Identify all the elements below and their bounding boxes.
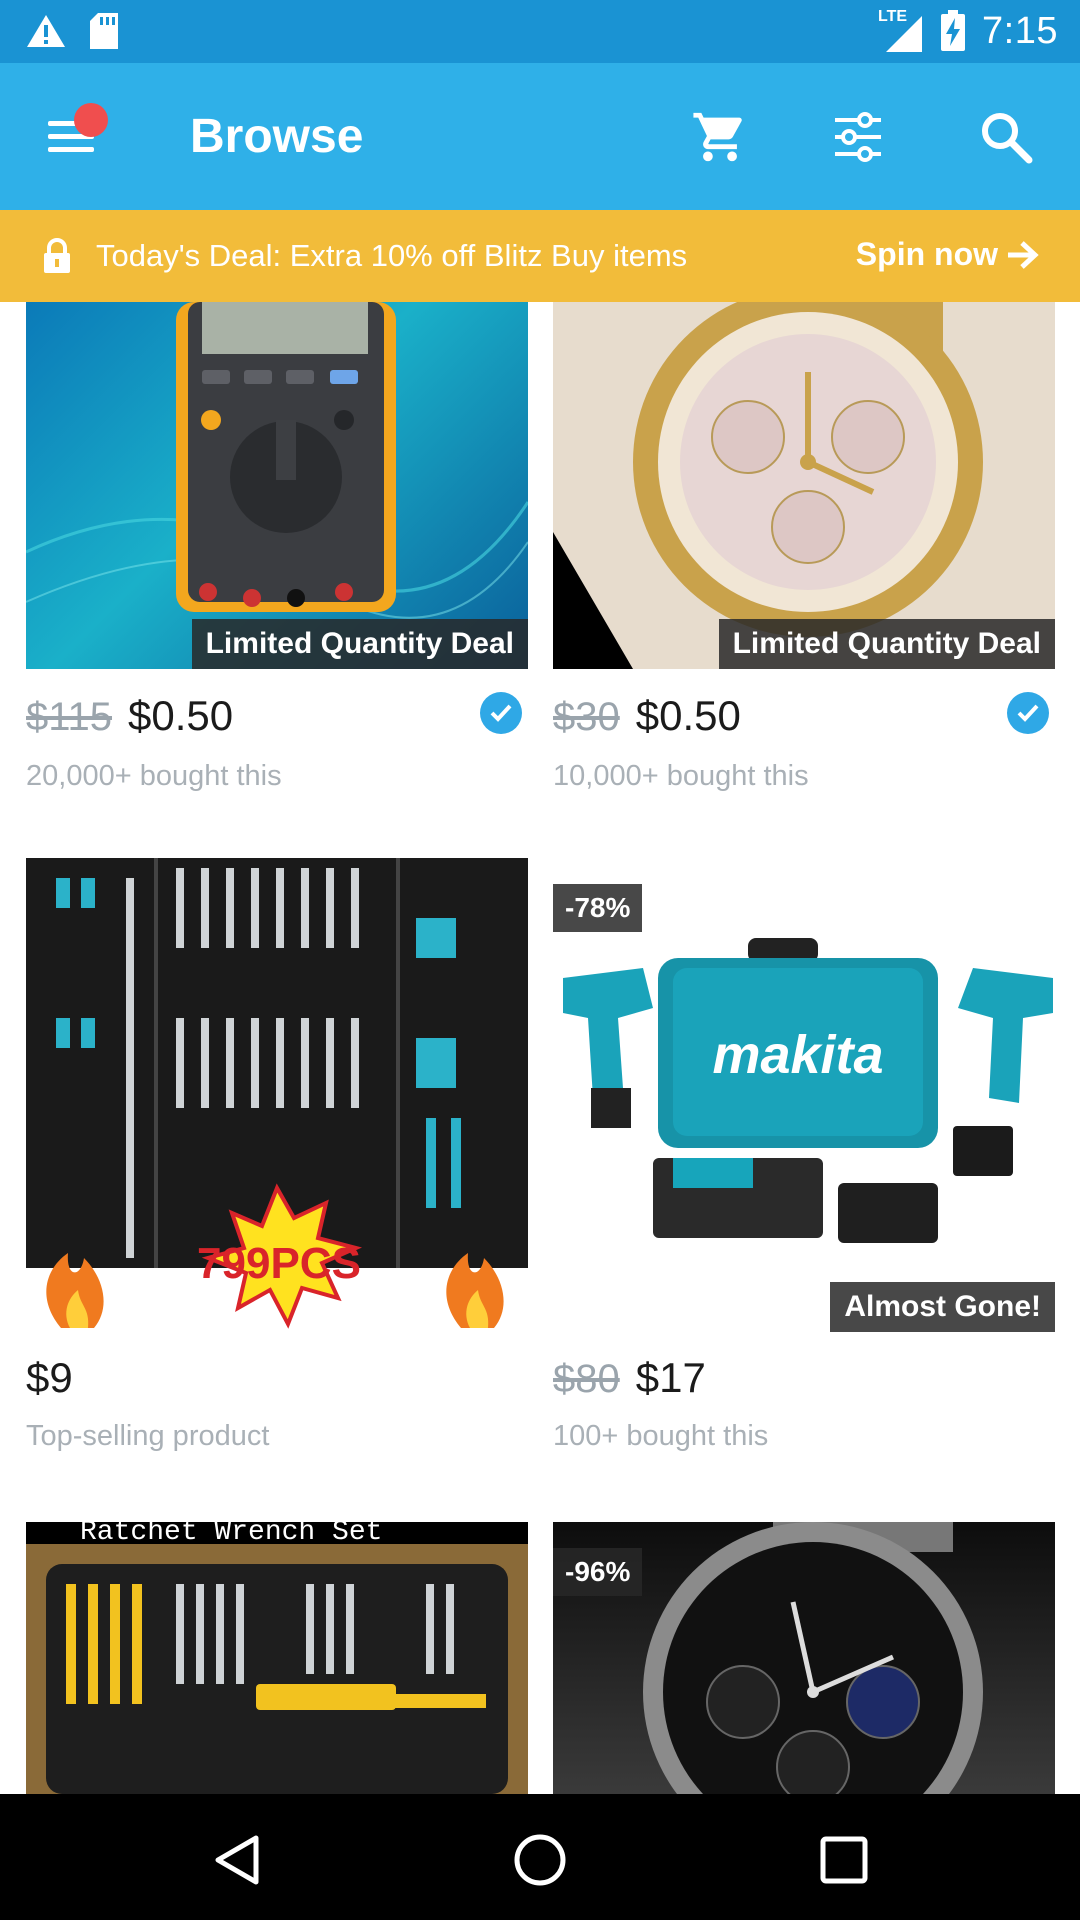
deal-badge: Limited Quantity Deal — [718, 619, 1055, 669]
product-image[interactable]: makita -78% Almost Gone! — [553, 858, 1055, 1332]
spin-now-button[interactable]: Spin now — [856, 236, 1040, 273]
notification-dot — [74, 103, 108, 137]
original-price: $30 — [553, 695, 620, 739]
status-bar: LTE 7:15 — [0, 0, 1080, 63]
original-price: $115 — [26, 695, 113, 739]
warning-icon — [27, 15, 65, 47]
app-bar: Browse — [0, 63, 1080, 210]
price-row: $80 $17 — [553, 1354, 706, 1402]
price-row: $115 $0.50 — [26, 692, 233, 740]
spin-now-label: Spin now — [855, 236, 998, 272]
cart-icon — [693, 112, 742, 162]
verified-check-icon — [480, 692, 522, 734]
bought-count: 100+ bought this — [553, 1420, 769, 1452]
sale-price: $0.50 — [635, 692, 741, 739]
product-card[interactable]: -96% — [553, 1522, 1055, 1794]
stock-badge: Almost Gone! — [830, 1282, 1055, 1332]
battery-charging-icon — [941, 10, 966, 51]
deal-badge: Limited Quantity Deal — [191, 619, 528, 669]
image-caption: Ratchet Wrench Set — [26, 1522, 528, 1544]
bought-count: 20,000+ bought this — [26, 760, 282, 792]
filter-button[interactable] — [826, 105, 890, 169]
back-button[interactable] — [208, 1830, 268, 1890]
tool-set-graphic: 799PCS — [26, 858, 528, 1329]
bought-count: 10,000+ bought this — [553, 760, 809, 792]
sliders-icon — [835, 112, 881, 162]
deal-text: Today's Deal: Extra 10% off Blitz Buy it… — [96, 238, 688, 273]
home-circle-icon — [514, 1834, 566, 1886]
product-tagline: Top-selling product — [26, 1420, 270, 1452]
product-card[interactable]: Limited Quantity Deal $115 $0.50 20,000+… — [26, 302, 528, 802]
product-image[interactable]: 799PCS — [26, 858, 528, 1332]
search-icon — [982, 113, 1033, 164]
sd-card-icon — [90, 13, 118, 49]
original-price: $80 — [553, 1357, 620, 1401]
back-triangle-icon — [215, 1835, 259, 1885]
brand-logo: makita — [712, 1025, 883, 1085]
clock: 7:15 — [982, 9, 1058, 52]
navigation-bar — [0, 1794, 1080, 1920]
verified-check-icon — [1007, 692, 1049, 734]
home-button[interactable] — [510, 1830, 570, 1890]
recents-square-icon — [820, 1836, 868, 1884]
wrench-set-graphic — [26, 1544, 528, 1794]
cart-button[interactable] — [688, 105, 752, 169]
product-card[interactable]: makita -78% Almost Gone! $80 $17 100+ bo… — [553, 858, 1055, 1458]
price-row: $9 — [26, 1354, 73, 1402]
product-image[interactable]: Ratchet Wrench Set — [26, 1522, 528, 1794]
arrow-right-icon — [1008, 240, 1039, 269]
price-row: $30 $0.50 — [553, 692, 741, 740]
sale-price: $0.50 — [128, 692, 234, 739]
product-card[interactable]: 799PCS $9 Top-selling product — [26, 858, 528, 1458]
product-card[interactable]: Ratchet Wrench Set — [26, 1522, 528, 1794]
lock-icon — [44, 238, 70, 273]
product-image[interactable]: Limited Quantity Deal — [553, 302, 1055, 669]
product-image[interactable]: Limited Quantity Deal — [26, 302, 528, 669]
product-card[interactable]: Limited Quantity Deal $30 $0.50 10,000+ … — [553, 302, 1055, 802]
search-button[interactable] — [974, 105, 1038, 169]
recents-button[interactable] — [814, 1830, 874, 1890]
page-title: Browse — [190, 110, 364, 163]
multimeter-graphic — [26, 302, 528, 619]
discount-badge: -96% — [553, 1548, 643, 1596]
discount-badge: -78% — [553, 884, 643, 932]
pieces-burst-label: 799PCS — [197, 1239, 361, 1288]
cell-signal-icon: LTE — [878, 8, 924, 54]
product-image[interactable]: -96% — [553, 1522, 1055, 1794]
gold-watch-graphic — [553, 302, 983, 669]
sale-price: $17 — [635, 1354, 706, 1401]
sale-price: $9 — [26, 1354, 73, 1401]
deal-banner[interactable]: Today's Deal: Extra 10% off Blitz Buy it… — [0, 210, 1080, 302]
